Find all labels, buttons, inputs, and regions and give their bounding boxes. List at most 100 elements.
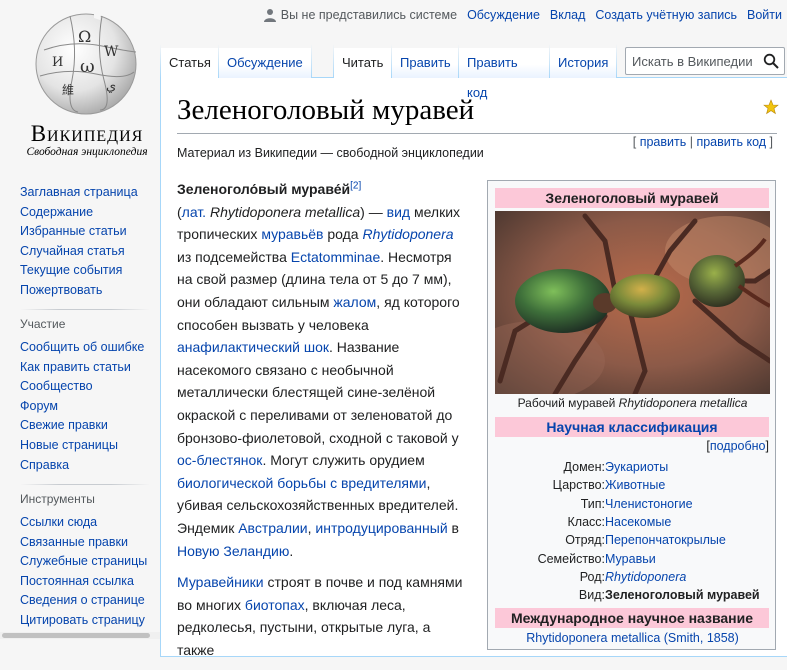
taxonomy-row: Тип: Членистоногие: [488, 495, 777, 513]
featured-star-icon[interactable]: [763, 99, 779, 115]
search-input[interactable]: [626, 48, 762, 74]
personal-tools: Вы не представились системе Обсуждение В…: [263, 8, 782, 22]
svg-text:ي: ي: [106, 79, 116, 94]
sidebar-navigation: Заглавная страница Содержание Избранные …: [20, 183, 138, 301]
globe-puzzle-icon: Ω W И ω ي 維: [35, 10, 137, 115]
sidebar-item-featured[interactable]: Избранные статьи: [20, 222, 138, 242]
classification-heading: Научная классификация: [495, 417, 769, 437]
tab-history[interactable]: История: [550, 48, 616, 78]
ant-photo[interactable]: [495, 211, 770, 394]
taxonomy-row: Вид: Зеленоголовый муравей: [488, 586, 777, 604]
infobox-title: Зеленоголовый муравей: [495, 188, 769, 208]
sidebar-heading-participation: Участие: [20, 317, 66, 331]
sidebar-item-cite-page[interactable]: Цитировать страницу: [20, 611, 147, 631]
introduced-link[interactable]: интродуцированный: [315, 520, 447, 536]
taxonomy-row: Род: Rhytidoponera: [488, 568, 777, 586]
section-edit-links: [ править | править код ]: [632, 135, 773, 149]
reference-link[interactable]: [2]: [350, 180, 361, 191]
tab-divider: [311, 44, 312, 78]
taxonomy-more-link[interactable]: подробно: [710, 439, 766, 453]
sting-link[interactable]: жалом: [333, 294, 376, 310]
sidebar-item-help[interactable]: Справка: [20, 456, 144, 476]
new-zealand-link[interactable]: Новую Зеландию: [177, 543, 289, 559]
sidebar-item-related-changes[interactable]: Связанные правки: [20, 533, 147, 553]
taxonomy-row: Домен: Эукариоты: [488, 458, 777, 476]
sidebar-item-report-error[interactable]: Сообщить об ошибке: [20, 338, 144, 358]
photo-caption: Рабочий муравей Rhytidoponera metallica: [517, 396, 748, 410]
not-logged-in-label: Вы не представились системе: [280, 8, 458, 22]
taxonomy-value-link[interactable]: Насекомые: [605, 513, 671, 531]
genus-link[interactable]: Rhytidoponera: [362, 226, 453, 242]
edit-link[interactable]: править: [640, 135, 687, 149]
taxonomy-rank: Вид:: [578, 588, 605, 603]
taxonomy-more: [подробно]: [706, 439, 769, 453]
lat-abbr-link[interactable]: лат.: [182, 204, 206, 220]
tab-divider: [616, 44, 617, 78]
sidebar-item-community[interactable]: Сообщество: [20, 377, 144, 397]
species-link[interactable]: вид: [387, 204, 410, 220]
taxonomy-value-link[interactable]: Животные: [605, 476, 665, 494]
subfamily-link[interactable]: Ectatomminae: [291, 249, 380, 265]
search-icon[interactable]: [763, 53, 779, 69]
svg-text:ω: ω: [80, 56, 95, 77]
biotopes-link[interactable]: биотопах: [245, 597, 305, 613]
scrollbar-thumb[interactable]: [2, 633, 150, 638]
sidebar-tools: Инструменты Ссылки сюда Связанные правки…: [20, 484, 150, 631]
tab-article[interactable]: Статья: [161, 48, 218, 78]
wikipedia-logo[interactable]: Ω W И ω ي 維 Википедия Свободная энциклоп…: [10, 8, 150, 158]
tab-talk[interactable]: Обсуждение: [219, 48, 311, 78]
tab-edit-source[interactable]: Править код: [459, 48, 549, 100]
sidebar-item-current-events[interactable]: Текущие события: [20, 261, 138, 281]
site-subtitle: Материал из Википедии — свободной энцикл…: [177, 146, 484, 160]
anthills-link[interactable]: Муравейники: [177, 574, 264, 590]
sidebar-item-page-info[interactable]: Сведения о странице: [20, 591, 147, 611]
intl-name[interactable]: Rhytidoponera metallica (Smith, 1858): [488, 631, 777, 645]
sidebar-item-donate[interactable]: Пожертвовать: [20, 281, 138, 301]
horizontal-scrollbar[interactable]: [0, 632, 160, 639]
title-divider: [177, 133, 777, 134]
sidebar-heading-tools: Инструменты: [20, 492, 95, 506]
edit-source-link[interactable]: править код: [696, 135, 766, 149]
cuckoo-wasps-link[interactable]: ос-блестянок: [177, 452, 262, 468]
biocontrol-link[interactable]: биологической борьбы с вредителями: [177, 475, 426, 491]
svg-text:И: И: [52, 55, 63, 70]
taxonomy-rank: Род:: [579, 569, 605, 584]
taxonomy-value-link[interactable]: Rhytidoponera: [605, 568, 686, 586]
sidebar-item-new-pages[interactable]: Новые страницы: [20, 436, 144, 456]
sidebar-item-contents[interactable]: Содержание: [20, 203, 138, 223]
sidebar-item-what-links-here[interactable]: Ссылки сюда: [20, 513, 147, 533]
sidebar-item-how-to-edit[interactable]: Как править статьи: [20, 358, 144, 378]
infobox: Зеленоголовый муравей Рабочий муравей Rh…: [487, 180, 776, 650]
ants-link[interactable]: муравьёв: [261, 226, 323, 242]
personal-contributions-link[interactable]: Вклад: [550, 8, 586, 22]
sidebar-item-forum[interactable]: Форум: [20, 397, 144, 417]
intl-name-heading: Международное научное название: [495, 608, 769, 628]
taxonomy-value-link[interactable]: Членистоногие: [605, 495, 693, 513]
sidebar-item-random[interactable]: Случайная статья: [20, 242, 138, 262]
tab-read[interactable]: Читать: [334, 48, 391, 78]
login-link[interactable]: Войти: [747, 8, 782, 22]
australia-link[interactable]: Австралии: [238, 520, 307, 536]
sidebar-item-recent-changes[interactable]: Свежие правки: [20, 416, 144, 436]
create-account-link[interactable]: Создать учётную запись: [595, 8, 737, 22]
page-title: Зеленоголовый муравей: [177, 94, 475, 126]
classification-link[interactable]: Научная классификация: [546, 419, 717, 435]
sidebar-item-main-page[interactable]: Заглавная страница: [20, 183, 138, 203]
search-box[interactable]: [625, 47, 785, 75]
taxonomy-row: Класс: Насекомые: [488, 513, 777, 531]
taxonomy-rank: Домен:: [563, 460, 605, 474]
personal-talk-link[interactable]: Обсуждение: [467, 8, 540, 22]
tab-edit[interactable]: Править: [392, 48, 458, 78]
sidebar-item-special-pages[interactable]: Служебные страницы: [20, 552, 147, 572]
article-subject: Зеленоголо́вый мураве́й: [177, 181, 351, 197]
taxonomy-value-link[interactable]: Муравьи: [605, 550, 656, 568]
taxonomy-row: Семейство: Муравьи: [488, 550, 777, 568]
anaphylaxis-link[interactable]: анафилактический шок: [177, 339, 329, 355]
sidebar-divider: [20, 309, 150, 310]
taxonomy-value-link[interactable]: Эукариоты: [605, 458, 668, 476]
svg-text:W: W: [104, 44, 119, 60]
taxonomy-value-link[interactable]: Перепончатокрылые: [605, 531, 726, 549]
taxonomy-rank: Класс:: [567, 514, 606, 529]
sidebar-item-permanent-link[interactable]: Постоянная ссылка: [20, 572, 147, 592]
ant-image: [495, 211, 770, 394]
